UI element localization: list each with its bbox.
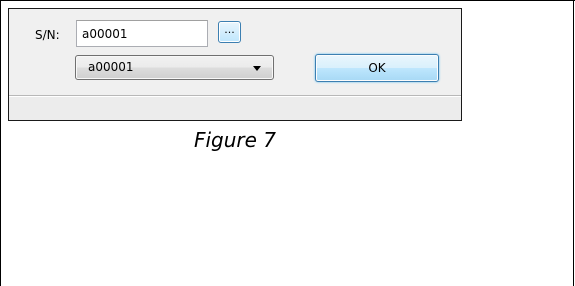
serial-number-dialog: S/N: ... a00001 OK bbox=[8, 8, 462, 121]
serial-number-label: S/N: bbox=[35, 28, 60, 42]
chevron-down-icon bbox=[253, 66, 261, 71]
browse-button[interactable]: ... bbox=[218, 21, 241, 43]
figure-caption: Figure 7 bbox=[193, 128, 277, 152]
frame-right-border bbox=[573, 0, 574, 286]
dialog-content-area: S/N: ... a00001 OK bbox=[9, 9, 461, 96]
serial-number-dropdown[interactable]: a00001 bbox=[75, 55, 274, 80]
status-bar bbox=[9, 96, 461, 120]
serial-number-input[interactable] bbox=[76, 20, 208, 47]
dropdown-selected-value: a00001 bbox=[88, 60, 134, 74]
browse-button-label: ... bbox=[224, 23, 235, 36]
frame-top-border bbox=[0, 0, 575, 1]
ok-button[interactable]: OK bbox=[315, 54, 439, 82]
